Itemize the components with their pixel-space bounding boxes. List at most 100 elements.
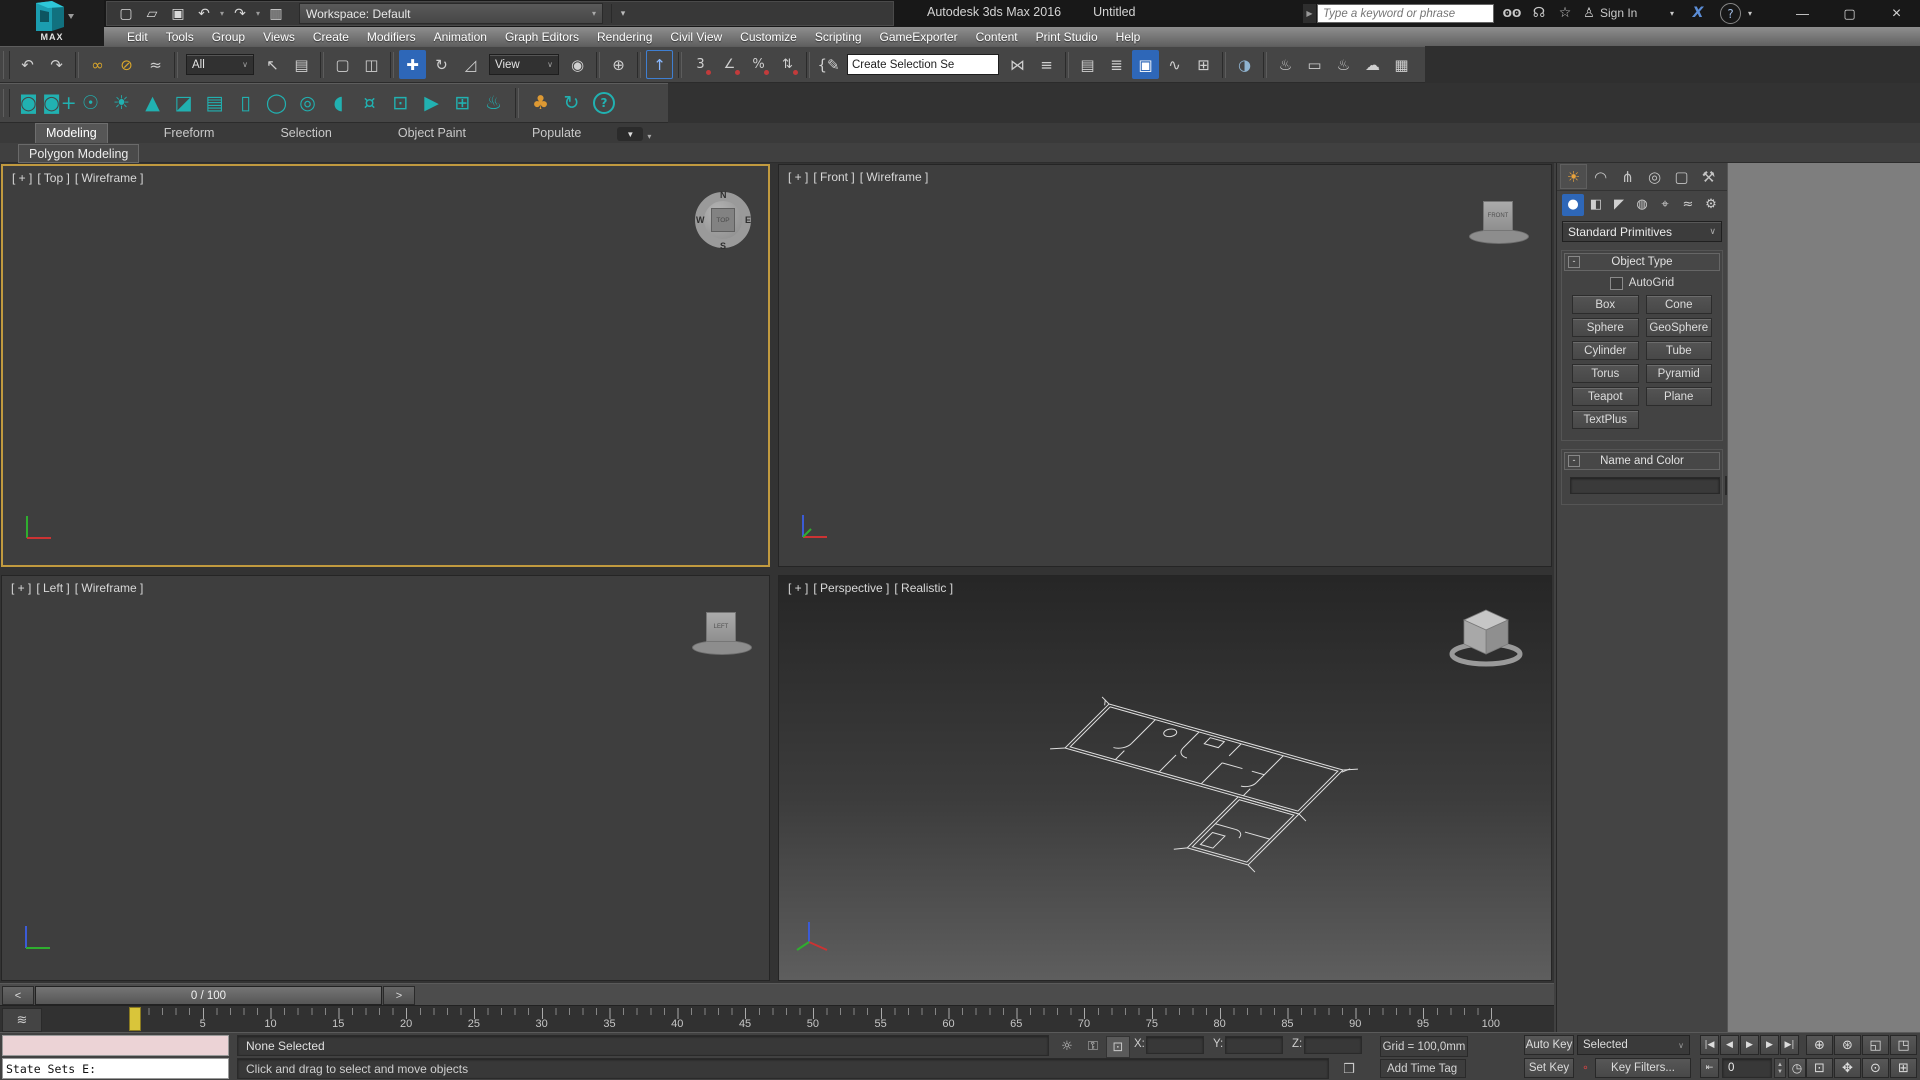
add-time-tag[interactable]: Add Time Tag <box>1380 1059 1466 1078</box>
toolbar-drag-handle[interactable] <box>3 51 10 79</box>
viewcube-face[interactable]: FRONT <box>1483 201 1513 231</box>
viewport-menu-shading[interactable]: [ Wireframe ] <box>75 171 144 185</box>
viewport-menu-pov[interactable]: [ Front ] <box>813 170 854 184</box>
ribbon-tab[interactable]: Freeform <box>154 124 225 143</box>
mini-curve-editor-button[interactable]: ≋ <box>2 1008 42 1032</box>
undo-icon[interactable]: ↶ <box>191 3 217 25</box>
undo-dropdown-icon[interactable]: ▾ <box>217 3 227 25</box>
qat-customize-button[interactable]: ▾ <box>611 4 634 23</box>
minimize-button[interactable]: — <box>1779 0 1826 27</box>
viewport-menu-shading[interactable]: [ Realistic ] <box>894 581 953 595</box>
sign-in-caret-icon[interactable]: ▾ <box>1666 3 1678 23</box>
tree-icon[interactable]: ▲ <box>137 87 168 119</box>
select-and-scale-icon[interactable]: ◿ <box>457 50 484 79</box>
viewport-menu-pov[interactable]: [ Perspective ] <box>813 581 889 595</box>
cameras-category-icon[interactable]: ◍ <box>1631 194 1653 216</box>
help-icon[interactable]: ? <box>1720 3 1741 24</box>
compass-north[interactable]: N <box>720 190 727 200</box>
viewcube-compass[interactable]: N E S W TOP <box>687 184 759 256</box>
spinner-down-icon[interactable]: ▼ <box>1777 1069 1783 1075</box>
motion-tab-icon[interactable]: ◎ <box>1641 164 1668 189</box>
frame-spinner[interactable]: ▲ ▼ <box>1774 1058 1786 1078</box>
compass-west[interactable]: W <box>696 215 705 225</box>
render-in-cloud-icon[interactable]: ☁ <box>1359 50 1386 79</box>
viewport-perspective[interactable]: [ + ] [ Perspective ] [ Realistic ] <box>778 575 1552 981</box>
viewcube-face[interactable]: TOP <box>711 208 735 232</box>
x-coordinate-input[interactable] <box>1147 1037 1203 1053</box>
tree-list-icon[interactable]: ▤ <box>199 87 230 119</box>
render-setup-icon[interactable]: ♨ <box>1272 50 1299 79</box>
sign-in-button[interactable]: Sign In <box>1600 3 1637 23</box>
object-type-button[interactable]: Pyramid <box>1646 364 1713 383</box>
ribbon-tab[interactable]: Populate <box>522 124 591 143</box>
object-type-button[interactable]: Cylinder <box>1572 341 1639 360</box>
current-frame-marker[interactable] <box>129 1007 141 1031</box>
polygon-modeling-panel[interactable]: Polygon Modeling <box>18 144 139 163</box>
ribbon-minimize-caret-icon[interactable]: ▾ <box>647 132 651 141</box>
search-input[interactable] <box>1318 5 1493 22</box>
workspace-dropdown[interactable]: Workspace: Default ▾ <box>299 3 603 24</box>
object-type-button[interactable]: Torus <box>1572 364 1639 383</box>
next-frame-button[interactable]: ▶ <box>1760 1035 1779 1055</box>
collapse-icon[interactable]: - <box>1568 455 1580 467</box>
rect-selection-region-icon[interactable]: ▢ <box>329 50 356 79</box>
viewport-menu-general[interactable]: [ + ] <box>788 170 808 184</box>
align-icon[interactable]: ≡ <box>1033 50 1060 79</box>
object-type-button[interactable]: Tube <box>1646 341 1713 360</box>
auto-key-button[interactable]: Auto Key <box>1524 1035 1574 1055</box>
time-configuration-button[interactable]: ◷ <box>1788 1058 1806 1078</box>
menu-item[interactable]: Customize <box>731 30 806 44</box>
rendered-frame-icon[interactable]: ▭ <box>1301 50 1328 79</box>
percent-snap-icon[interactable]: % <box>745 50 772 79</box>
select-and-link-icon[interactable]: ∞ <box>84 50 111 79</box>
palette-icon[interactable]: ◖ <box>323 87 354 119</box>
compass-east[interactable]: E <box>745 215 751 225</box>
key-filters-button[interactable]: Key Filters... <box>1595 1058 1691 1078</box>
macro-recorder-pane[interactable] <box>2 1035 229 1056</box>
geometry-category-icon[interactable]: ● <box>1562 194 1584 216</box>
viewport-menu-pov[interactable]: [ Top ] <box>37 171 69 185</box>
redo-icon[interactable]: ↷ <box>43 50 70 79</box>
viewcube[interactable]: LEFT <box>690 610 754 658</box>
primitive-category-dropdown[interactable]: Standard Primitives ∨ <box>1562 221 1722 242</box>
utilities-tab-icon[interactable]: ⚒ <box>1695 164 1722 189</box>
scene-explorer-icon[interactable]: ▣ <box>1132 50 1159 79</box>
shapes-category-icon[interactable]: ◧ <box>1585 194 1607 216</box>
zoom-all-icon[interactable]: ⊛ <box>1834 1035 1861 1055</box>
viewcube-ring[interactable] <box>692 640 752 655</box>
named-selection-sets-field[interactable]: Create Selection Se <box>847 54 999 75</box>
edit-named-sets-icon[interactable]: {✎ <box>815 50 842 79</box>
viewport-front[interactable]: [ + ] [ Front ] [ Wireframe ] FRONT <box>778 164 1552 567</box>
redo-dropdown-icon[interactable]: ▾ <box>253 3 263 25</box>
trees-icon[interactable]: ♣ <box>525 87 556 119</box>
compass-south[interactable]: S <box>720 241 726 251</box>
set-key-icon[interactable]: ⚬ <box>1578 1061 1593 1076</box>
viewcube-face[interactable]: LEFT <box>706 612 736 642</box>
layered-spheres-icon[interactable]: ◎ <box>292 87 323 119</box>
previous-frame-button[interactable]: ◀ <box>1720 1035 1739 1055</box>
help-caret-icon[interactable]: ▾ <box>1744 3 1756 23</box>
viewport-left[interactable]: [ + ] [ Left ] [ Wireframe ] LEFT <box>1 575 770 981</box>
ribbon-tab[interactable]: Selection <box>270 124 341 143</box>
modify-tab-icon[interactable]: ◠ <box>1587 164 1614 189</box>
light-icon[interactable]: ☉ <box>75 87 106 119</box>
object-type-rollout-header[interactable]: - Object Type <box>1564 253 1720 271</box>
absolute-offset-toggle-icon[interactable]: ⊡ <box>1106 1036 1130 1058</box>
viewport-menu-shading[interactable]: [ Wireframe ] <box>860 170 929 184</box>
menu-item[interactable]: Animation <box>425 30 496 44</box>
teapot-icon[interactable]: ♨ <box>478 87 509 119</box>
unlink-selection-icon[interactable]: ⊘ <box>113 50 140 79</box>
video-window-icon[interactable]: ▶ <box>416 87 447 119</box>
collapse-icon[interactable]: - <box>1568 256 1580 268</box>
render-last-icon[interactable]: ▦ <box>1388 50 1415 79</box>
spinner-up-icon[interactable]: ▲ <box>1777 1062 1783 1068</box>
spacewarps-category-icon[interactable]: ≈ <box>1677 194 1699 216</box>
name-color-rollout-header[interactable]: - Name and Color <box>1564 452 1720 470</box>
tree-doc-icon[interactable]: ▯ <box>230 87 261 119</box>
time-slider-handle[interactable]: 0 / 100 <box>35 986 382 1005</box>
angle-snap-icon[interactable]: ∠ <box>716 50 743 79</box>
viewcube-ring[interactable] <box>1469 229 1529 244</box>
menu-item[interactable]: Rendering <box>588 30 661 44</box>
communication-center-icon[interactable]: ☊ <box>1527 3 1551 23</box>
z-coordinate-input[interactable] <box>1305 1037 1361 1053</box>
